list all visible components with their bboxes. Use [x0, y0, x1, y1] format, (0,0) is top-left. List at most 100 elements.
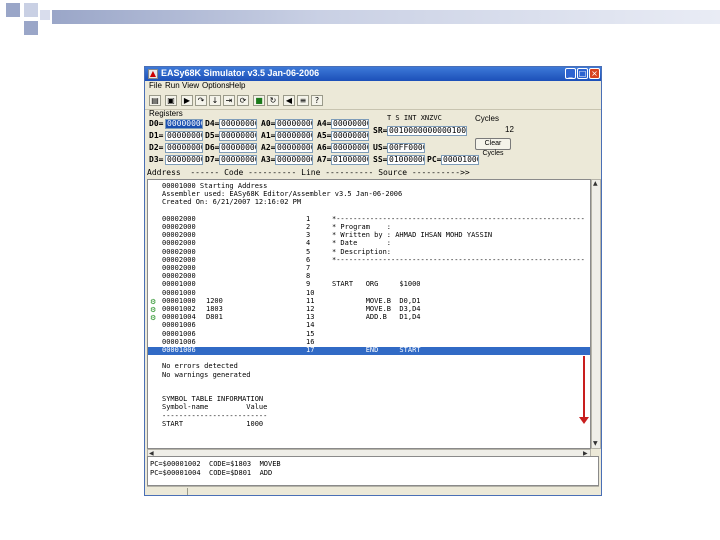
listing-source: * Program : — [332, 223, 392, 231]
listing-row[interactable] — [148, 208, 590, 215]
reg-a2-field[interactable]: 00000000 — [275, 143, 313, 153]
listing-line-number: 16 — [306, 337, 315, 346]
reg-a4-field[interactable]: 00000000 — [331, 119, 369, 129]
menu-help[interactable]: Help — [229, 81, 245, 90]
sr-field[interactable]: 0010000000000100 — [387, 126, 467, 136]
listing-row[interactable]: Symbol-name Value — [148, 404, 590, 411]
listing-row[interactable]: 00001006 14 — [148, 322, 590, 329]
us-field[interactable]: 00FF0000 — [387, 143, 425, 153]
source-listing[interactable]: 00001000 Starting Address Assembler used:… — [147, 179, 591, 449]
listing-row[interactable]: 00001000 10 — [148, 289, 590, 297]
auto-trace-icon[interactable]: ⟳ — [237, 95, 249, 106]
clear-cycles-button[interactable]: Clear Cycles — [475, 138, 511, 157]
listing-line-number: 9 — [306, 280, 311, 289]
listing-row[interactable]: ------------------------- — [148, 412, 590, 420]
scroll-down-icon[interactable]: ▼ — [593, 440, 598, 447]
reg-a0-field[interactable]: 00000000 — [275, 119, 313, 129]
listing-row[interactable]: 00001000 9 START ORG $1000 — [148, 280, 590, 289]
pc-field[interactable]: 00001000 — [441, 155, 479, 165]
scroll-up-icon[interactable]: ▲ — [593, 180, 598, 187]
listing-row[interactable]: Assembler used: EASy68K Editor/Assembler… — [148, 191, 590, 198]
reg-d5-field[interactable]: 00000000 — [219, 131, 257, 141]
listing-row[interactable]: 00002000 6 *------------------------------… — [148, 256, 590, 264]
menu-options[interactable]: Options — [202, 81, 230, 90]
listing-row[interactable]: 00001006 15 — [148, 329, 590, 338]
listing-row[interactable]: 00002000 1 *------------------------------… — [148, 214, 590, 223]
listing-source: * Date : — [332, 239, 392, 248]
listing-address: 00001002 — [162, 305, 196, 313]
output-pane[interactable]: PC=$00001002 CODE=$1803 MOVEB PC=$000010… — [147, 456, 599, 486]
breakpoint-icon[interactable]: ⚙ — [150, 314, 156, 322]
listing-row[interactable]: 00002000 4 * Date : — [148, 239, 590, 248]
reg-label: D1= — [149, 131, 164, 140]
listing-row[interactable]: START 1000 — [148, 420, 590, 428]
reg-a1-field[interactable]: 00000000 — [275, 131, 313, 141]
reg-d0-field[interactable]: 00000000 — [165, 119, 203, 129]
annotation-arrow-shaft — [583, 356, 585, 421]
listing-row[interactable] — [148, 355, 590, 362]
listing-row[interactable]: 00001000 Starting Address — [148, 183, 590, 190]
breakpoint-icon[interactable]: ⚙ — [150, 298, 156, 306]
close-button[interactable]: × — [589, 68, 600, 79]
reg-label: A4= — [317, 119, 332, 128]
listing-line-number: 2 — [306, 223, 311, 231]
listing-address: 00001006 — [162, 337, 196, 346]
reg-a5-field[interactable]: 00000000 — [331, 131, 369, 141]
reg-a7-field[interactable]: 01000000 — [331, 155, 369, 165]
listing-row[interactable]: ⚙ 00001002 1803 12 MOVE.B D3,D4 — [148, 305, 590, 315]
reg-label: A6= — [317, 143, 332, 152]
reg-d4-field[interactable]: 00000000 — [219, 119, 257, 129]
save-icon[interactable]: ▣ — [165, 95, 177, 106]
breakpoint-icon[interactable]: ⚙ — [150, 306, 156, 314]
reg-d7-field[interactable]: 00000000 — [219, 155, 257, 165]
reg-d2-field[interactable]: 00000000 — [165, 143, 203, 153]
ss-field[interactable]: 01000000 — [387, 155, 425, 165]
maximize-button[interactable]: □ — [577, 68, 588, 79]
listing-row[interactable]: 00002000 5 * Description: — [148, 248, 590, 256]
listing-row[interactable]: SYMBOL TABLE INFORMATION — [148, 396, 590, 403]
listing-row[interactable]: 00002000 2 * Program : — [148, 223, 590, 231]
listing-row[interactable]: No errors detected — [148, 363, 590, 370]
reg-a6-field[interactable]: 00000000 — [331, 143, 369, 153]
reg-d6-field[interactable]: 00000000 — [219, 143, 257, 153]
listing-row[interactable]: 00002000 7 — [148, 265, 590, 272]
reg-a3-field[interactable]: 00000000 — [275, 155, 313, 165]
listing-address: 00002000 — [162, 239, 196, 248]
title-bar[interactable]: ▲ EASy68K Simulator v3.5 Jan-06-2006 _ □… — [145, 67, 601, 81]
listing-address: 00002000 — [162, 272, 196, 281]
run-to-cursor-icon[interactable]: ⇥ — [223, 95, 235, 106]
listing-row[interactable]: 00002000 3 * Written by : AHMAD IHSAN MOHD… — [148, 231, 590, 240]
listing-row[interactable]: 00001006 16 — [148, 337, 590, 346]
open-icon[interactable]: ▤ — [149, 95, 161, 106]
output-line: PC=$00001002 CODE=$1803 MOVEB — [150, 460, 281, 468]
listing-code: 1803 — [206, 305, 223, 313]
listing-source: *---------------------------------------… — [332, 214, 585, 223]
status-bar — [147, 486, 599, 496]
minimize-button[interactable]: _ — [565, 68, 576, 79]
reg-d1-field[interactable]: 00000000 — [165, 131, 203, 141]
menu-run[interactable]: Run — [165, 81, 180, 90]
listing-row[interactable] — [148, 388, 590, 395]
help-icon[interactable]: ? — [311, 95, 323, 106]
run-icon[interactable]: ▶ — [181, 95, 193, 106]
menu-file[interactable]: File — [149, 81, 162, 90]
reg-d3-field[interactable]: 00000000 — [165, 155, 203, 165]
reg-label: A0= — [261, 119, 276, 128]
listing-address: 00002000 — [162, 231, 196, 240]
listing-vertical-scrollbar[interactable]: ▲ ▼ — [591, 179, 601, 449]
menu-view[interactable]: View — [182, 81, 199, 90]
listing-row[interactable]: 00002000 8 — [148, 272, 590, 281]
reload-icon[interactable]: ↻ — [267, 95, 279, 106]
listing-row[interactable]: No warnings generated — [148, 371, 590, 379]
stop-icon[interactable]: ■ — [253, 95, 265, 106]
listing-line-number: 15 — [306, 329, 315, 338]
listing-row[interactable] — [148, 380, 590, 387]
trace-into-icon[interactable]: ↓ — [209, 95, 221, 106]
listing-row[interactable]: ⚙ 00001004 D801 13 ADD.B D1,D4 — [148, 314, 590, 323]
listing-row[interactable]: Created On: 6/21/2007 12:16:02 PM — [148, 199, 590, 206]
log-icon[interactable]: ≡ — [297, 95, 309, 106]
rewind-icon[interactable]: ◀ — [283, 95, 295, 106]
listing-row[interactable]: 00001006 17 END START — [148, 347, 590, 355]
step-over-icon[interactable]: ↷ — [195, 95, 207, 106]
listing-row[interactable]: ⚙ 00001000 1200 11 MOVE.B D0,D1 — [148, 297, 590, 306]
